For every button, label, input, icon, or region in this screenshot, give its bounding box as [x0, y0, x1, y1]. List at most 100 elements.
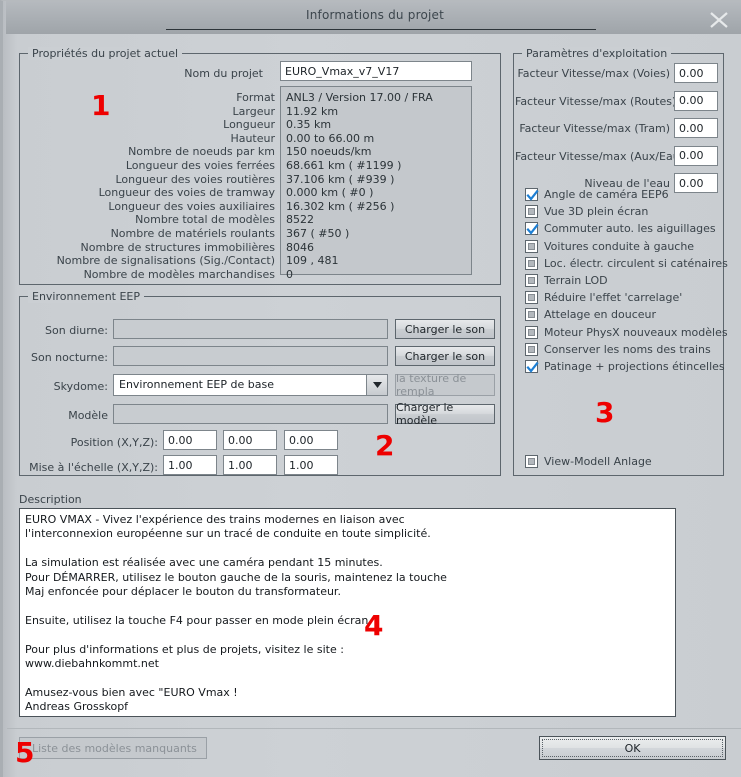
day-sound-label: Son diurne: — [45, 324, 108, 337]
operating-checkbox-label: Patinage + projections étincelles — [544, 360, 725, 373]
view-model-anlage-checkbox[interactable]: View-Modell Anlage — [525, 453, 652, 470]
position-label: Position (X,Y,Z): — [70, 436, 158, 449]
stat-label: Nombre de noeuds par km — [128, 145, 275, 159]
marker-1: 1 — [91, 89, 111, 122]
operating-parameter-label: Facteur Vitesse/max (Routes) — [515, 94, 677, 108]
checkbox-unchecked-icon — [525, 256, 538, 270]
load-model-button[interactable]: Charger le modèle — [395, 401, 495, 427]
operating-parameter-input[interactable] — [674, 90, 718, 111]
stat-label: Longueur — [223, 118, 275, 132]
project-name-input[interactable] — [280, 61, 472, 81]
scale-x-input[interactable] — [163, 455, 217, 475]
stat-value: 0.000 km ( #0 ) — [286, 186, 374, 200]
night-sound-input[interactable] — [113, 346, 388, 366]
operating-checkbox-row[interactable]: Patinage + projections étincelles — [525, 358, 725, 375]
stat-label: Nombre de signalisations (Sig./Contact) — [56, 254, 275, 268]
operating-checkbox-row[interactable]: Conserver les noms des trains — [525, 341, 711, 358]
marker-2: 2 — [375, 429, 395, 462]
operating-parameter-label: Facteur Vitesse/max (Tram) — [519, 122, 670, 135]
checkbox-unchecked-icon — [525, 308, 538, 322]
position-z-input[interactable] — [284, 430, 338, 450]
stat-label: Hauteur — [230, 131, 275, 145]
operating-parameter-input[interactable] — [674, 118, 718, 138]
skydome-select[interactable]: Environnement EEP de base — [113, 374, 388, 396]
stat-label: Longueur des voies de tramway — [98, 186, 275, 200]
operating-checkbox-label: Loc. électr. circulent si caténaires — [544, 256, 728, 270]
eep-environment-legend: Environnement EEP — [28, 290, 145, 303]
operating-checkbox-row[interactable]: Vue 3D plein écran — [525, 203, 648, 220]
position-y-input[interactable] — [223, 430, 277, 450]
ok-button[interactable]: OK — [539, 736, 726, 760]
operating-checkbox-label: Conserver les noms des trains — [544, 342, 711, 356]
checkbox-unchecked-icon — [525, 291, 538, 305]
marker-4: 4 — [364, 609, 384, 642]
operating-parameter-input[interactable] — [674, 145, 718, 166]
title-underline — [166, 29, 596, 30]
stat-value: 367 ( #50 ) — [286, 227, 350, 240]
operating-checkbox-row[interactable]: Attelage en douceur — [525, 306, 656, 323]
load-night-sound-button[interactable]: Charger le son — [395, 346, 495, 366]
operating-checkbox-label: Réduire l'effet 'carrelage' — [544, 291, 683, 305]
operating-parameter-input[interactable] — [674, 173, 718, 193]
stat-value: 11.92 km — [286, 104, 339, 118]
stat-value: 68.661 km ( #1199 ) — [286, 159, 402, 172]
operating-checkbox-row[interactable]: Terrain LOD — [525, 272, 608, 289]
project-name-label: Nom du projet — [184, 67, 263, 80]
stat-label: Nombre de matériels roulants — [110, 227, 275, 240]
project-info-dialog: Informations du projet Propriétés du pro… — [0, 0, 741, 777]
operating-parameter-label: Facteur Vitesse/max (Voies) — [517, 67, 670, 80]
operating-parameters-legend: Paramètres d'exploitation — [522, 47, 672, 60]
marker-5: 5 — [15, 736, 35, 769]
title-bar: Informations du projet — [6, 1, 741, 34]
night-sound-label: Son nocturne: — [31, 351, 108, 364]
position-x-input[interactable] — [163, 430, 217, 450]
operating-checkbox-row[interactable]: Moteur PhysX nouveaux modèles — [525, 324, 728, 341]
checkbox-unchecked-icon — [525, 274, 538, 287]
operating-parameter-input[interactable] — [674, 63, 718, 83]
checkbox-unchecked-icon — [525, 239, 538, 253]
footer-separator — [7, 728, 741, 729]
stat-value: 0 — [286, 267, 293, 281]
operating-checkbox-row[interactable]: Voitures conduite à gauche — [525, 238, 694, 255]
operating-checkbox-label: Moteur PhysX nouveaux modèles — [544, 325, 728, 339]
stat-value: 0.00 to 66.00 m — [286, 131, 375, 145]
stat-label: Longueur des voies ferrées — [125, 159, 275, 172]
operating-checkbox-row[interactable]: Commuter auto. les aiguillages — [525, 220, 716, 237]
checkbox-unchecked-icon — [525, 205, 538, 219]
day-sound-input[interactable] — [113, 319, 388, 339]
stat-label: Nombre de structures immobilières — [80, 240, 275, 254]
operating-checkbox-row[interactable]: Angle de caméra EEP6 — [525, 186, 669, 203]
stat-value: 8522 — [286, 213, 314, 227]
stat-value: 150 noeuds/km — [286, 145, 372, 159]
checkbox-unchecked-icon — [525, 325, 538, 339]
view-model-anlage-label: View-Modell Anlage — [544, 455, 652, 468]
stat-label: Nombre de modèles marchandises — [83, 267, 275, 281]
scale-label: Mise à l'échelle (X,Y,Z): — [29, 461, 158, 474]
stat-label: Longueur des voies routières — [115, 172, 275, 186]
stat-value: 109 , 481 — [286, 254, 339, 268]
stat-label: Format — [236, 91, 275, 104]
ok-button-label: OK — [624, 741, 641, 755]
model-input[interactable] — [113, 404, 388, 424]
checkbox-checked-icon — [525, 188, 539, 201]
chevron-down-icon[interactable] — [366, 375, 387, 395]
marker-3: 3 — [595, 396, 615, 429]
operating-checkbox-row[interactable]: Réduire l'effet 'carrelage' — [525, 289, 682, 306]
operating-checkbox-row[interactable]: Loc. électr. circulent si caténaires — [525, 255, 728, 272]
close-icon[interactable] — [698, 3, 738, 33]
stat-value: 16.302 km ( #256 ) — [286, 199, 395, 213]
stat-value: 0.35 km — [286, 118, 332, 132]
skydome-selected-value: Environnement EEP de base — [119, 378, 274, 391]
scale-z-input[interactable] — [284, 455, 338, 475]
checkbox-unchecked-icon — [525, 455, 538, 468]
checkbox-unchecked-icon — [525, 342, 538, 356]
skydome-label: Skydome: — [53, 380, 108, 393]
stat-label: Longueur des voies auxiliaires — [108, 199, 275, 213]
operating-checkbox-label: Attelage en douceur — [544, 308, 656, 322]
scale-y-input[interactable] — [223, 455, 277, 475]
window-title: Informations du projet — [305, 8, 445, 22]
description-textarea[interactable] — [19, 508, 676, 717]
load-day-sound-button[interactable]: Charger le son — [395, 319, 495, 339]
stat-label: Largeur — [232, 104, 275, 118]
stat-value: 37.106 km ( #939 ) — [286, 172, 395, 186]
